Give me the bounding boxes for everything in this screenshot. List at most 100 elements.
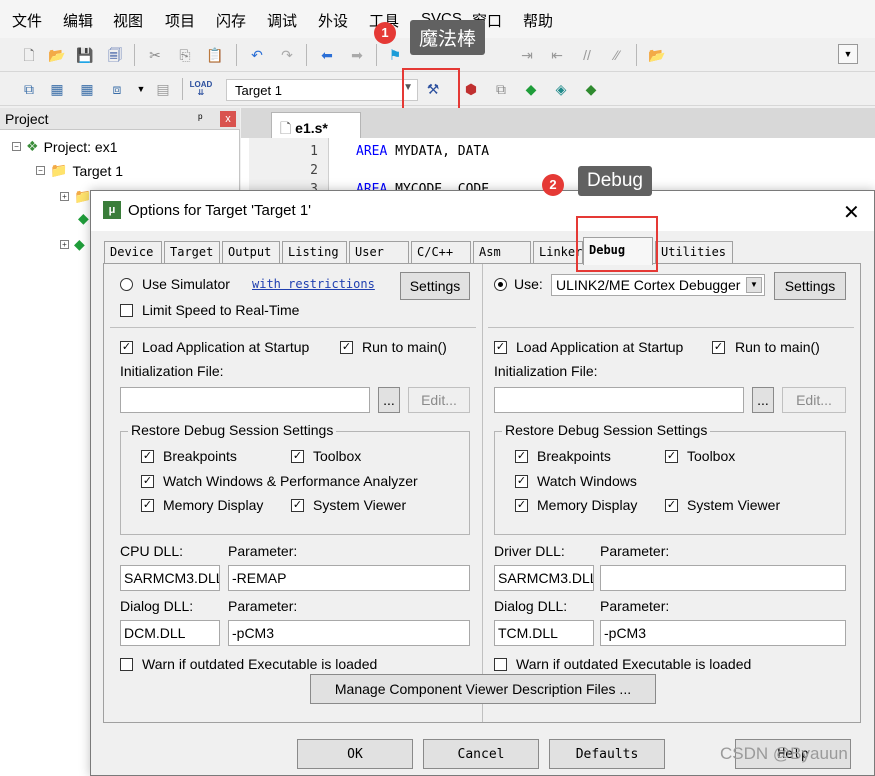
comment-icon[interactable]: // xyxy=(576,44,598,66)
tab-c-cpp[interactable]: C/C++ xyxy=(411,241,471,263)
cpu-dll-input[interactable]: SARMCM3.DLL xyxy=(120,565,220,591)
new-file-icon[interactable]: 🗋 xyxy=(18,44,40,66)
cut-icon[interactable]: ✂ xyxy=(144,44,166,66)
load-app-checkbox[interactable]: ✓ xyxy=(120,341,133,354)
unindent-icon[interactable]: ⇤ xyxy=(546,44,568,66)
tab-user[interactable]: User xyxy=(349,241,409,263)
limit-speed-checkbox[interactable] xyxy=(120,304,133,317)
tree-item-target[interactable]: − 📁 Target 1 xyxy=(36,162,123,179)
save-icon[interactable]: 💾 xyxy=(74,44,96,66)
bookmark-flag-icon[interactable]: ⚑ xyxy=(384,44,406,66)
ok-button[interactable]: OK xyxy=(297,739,413,769)
stop-build-icon[interactable]: ▤ xyxy=(152,78,174,100)
menu-flash[interactable]: 闪存 xyxy=(216,10,246,31)
find-in-files-icon[interactable]: 📂 xyxy=(646,44,668,66)
menu-project[interactable]: 项目 xyxy=(165,10,195,31)
cpu-param-input[interactable]: -REMAP xyxy=(228,565,470,591)
manage-components-icon[interactable]: ⬢ xyxy=(460,78,482,100)
tree-item-project[interactable]: − ❖ Project: ex1 xyxy=(12,138,118,155)
copy-icon[interactable]: ⎘ xyxy=(174,44,196,66)
run-time-environment-icon[interactable]: ◆ xyxy=(520,78,542,100)
menu-file[interactable]: 文件 xyxy=(12,10,42,31)
expand-icon[interactable]: + xyxy=(60,240,69,249)
uncomment-icon[interactable]: ⁄⁄ xyxy=(606,44,628,66)
warn-outdated-checkbox[interactable] xyxy=(120,658,133,671)
menu-peripherals[interactable]: 外设 xyxy=(318,10,348,31)
debugger-settings-button[interactable]: Settings xyxy=(774,272,846,300)
memory-display-checkbox-hw[interactable]: ✓ xyxy=(515,499,528,512)
tab-device[interactable]: Device xyxy=(104,241,162,263)
toolbox-checkbox[interactable]: ✓ xyxy=(291,450,304,463)
close-icon[interactable]: x xyxy=(220,111,236,127)
dialog-param-input[interactable]: -pCM3 xyxy=(228,620,470,646)
menu-help[interactable]: 帮助 xyxy=(523,10,553,31)
edit-button[interactable]: Edit... xyxy=(408,387,470,413)
driver-dll-input[interactable]: SARMCM3.DLL xyxy=(494,565,594,591)
dialog-param-input-hw[interactable]: -pCM3 xyxy=(600,620,846,646)
system-viewer-checkbox-hw[interactable]: ✓ xyxy=(665,499,678,512)
editor-tab-e1[interactable]: 🗋 e1.s* xyxy=(271,112,361,138)
paste-icon[interactable]: 📋 xyxy=(204,44,226,66)
file-extensions-icon[interactable]: ⧉ xyxy=(490,78,512,100)
pin-icon[interactable]: ᵖ xyxy=(198,111,203,125)
manage-component-viewer-button[interactable]: Manage Component Viewer Description File… xyxy=(310,674,656,704)
target-select[interactable]: Target 1 ▼ xyxy=(226,79,418,101)
watch-windows-checkbox[interactable]: ✓ xyxy=(141,475,154,488)
warn-outdated-checkbox-hw[interactable] xyxy=(494,658,507,671)
tab-output[interactable]: Output xyxy=(222,241,280,263)
simulator-settings-button[interactable]: Settings xyxy=(400,272,470,300)
cancel-button[interactable]: Cancel xyxy=(423,739,539,769)
load-app-checkbox-hw[interactable]: ✓ xyxy=(494,341,507,354)
tree-item-rte[interactable]: + ◆ xyxy=(60,236,85,253)
browse-button[interactable]: ... xyxy=(378,387,400,413)
toolbar-dropdown-icon[interactable]: ▼ xyxy=(838,44,858,64)
open-folder-icon[interactable]: 📂 xyxy=(46,44,68,66)
tab-listing[interactable]: Listing xyxy=(282,241,347,263)
build-icon[interactable]: ▦ xyxy=(46,78,68,100)
undo-icon[interactable]: ↶ xyxy=(246,44,268,66)
system-viewer-checkbox[interactable]: ✓ xyxy=(291,499,304,512)
translate-icon[interactable]: ⧉ xyxy=(18,78,40,100)
dialog-dll-input-hw[interactable]: TCM.DLL xyxy=(494,620,594,646)
tree-item-group[interactable]: + 📁 xyxy=(60,188,91,205)
use-debugger-radio[interactable] xyxy=(494,278,507,291)
breakpoints-checkbox[interactable]: ✓ xyxy=(141,450,154,463)
menu-debug[interactable]: 调试 xyxy=(267,10,297,31)
save-all-icon[interactable]: 🗐 xyxy=(104,44,126,66)
tab-utilities[interactable]: Utilities xyxy=(655,241,733,263)
tree-item-component[interactable]: ◆ xyxy=(78,210,89,227)
watch-windows-checkbox-hw[interactable]: ✓ xyxy=(515,475,528,488)
run-main-checkbox-hw[interactable]: ✓ xyxy=(712,341,725,354)
nav-forward-icon[interactable]: ➡ xyxy=(346,44,368,66)
batch-build-icon[interactable]: ⧈ xyxy=(106,78,128,100)
rebuild-icon[interactable]: ▦ xyxy=(76,78,98,100)
collapse-icon[interactable]: − xyxy=(12,142,21,151)
tab-target[interactable]: Target xyxy=(164,241,220,263)
browse-button-hw[interactable]: ... xyxy=(752,387,774,413)
indent-icon[interactable]: ⇥ xyxy=(516,44,538,66)
redo-icon[interactable]: ↷ xyxy=(276,44,298,66)
dialog-dll-input[interactable]: DCM.DLL xyxy=(120,620,220,646)
memory-display-checkbox[interactable]: ✓ xyxy=(141,499,154,512)
menu-view[interactable]: 视图 xyxy=(113,10,143,31)
edit-button-hw[interactable]: Edit... xyxy=(782,387,846,413)
nav-back-icon[interactable]: ⬅ xyxy=(316,44,338,66)
tab-debug[interactable]: Debug xyxy=(583,237,653,265)
restrictions-link[interactable]: with restrictions xyxy=(252,277,375,291)
code-line[interactable]: AREA MYDATA, DATA xyxy=(356,144,489,159)
debugger-select[interactable]: ULINK2/ME Cortex Debugger ▼ xyxy=(551,274,765,296)
run-main-checkbox[interactable]: ✓ xyxy=(340,341,353,354)
tab-asm[interactable]: Asm xyxy=(473,241,531,263)
breakpoints-checkbox-hw[interactable]: ✓ xyxy=(515,450,528,463)
init-file-input-hw[interactable] xyxy=(494,387,744,413)
menu-edit[interactable]: 编辑 xyxy=(63,10,93,31)
init-file-input[interactable] xyxy=(120,387,370,413)
use-simulator-radio[interactable] xyxy=(120,278,133,291)
toolbox-checkbox-hw[interactable]: ✓ xyxy=(665,450,678,463)
download-load-icon[interactable]: LOAD ⇊ xyxy=(190,78,213,100)
defaults-button[interactable]: Defaults xyxy=(549,739,665,769)
driver-param-input[interactable] xyxy=(600,565,846,591)
pack-installer-icon[interactable]: ◈ xyxy=(550,78,572,100)
collapse-icon[interactable]: − xyxy=(36,166,45,175)
chevron-down-icon[interactable]: ▼ xyxy=(130,78,152,100)
